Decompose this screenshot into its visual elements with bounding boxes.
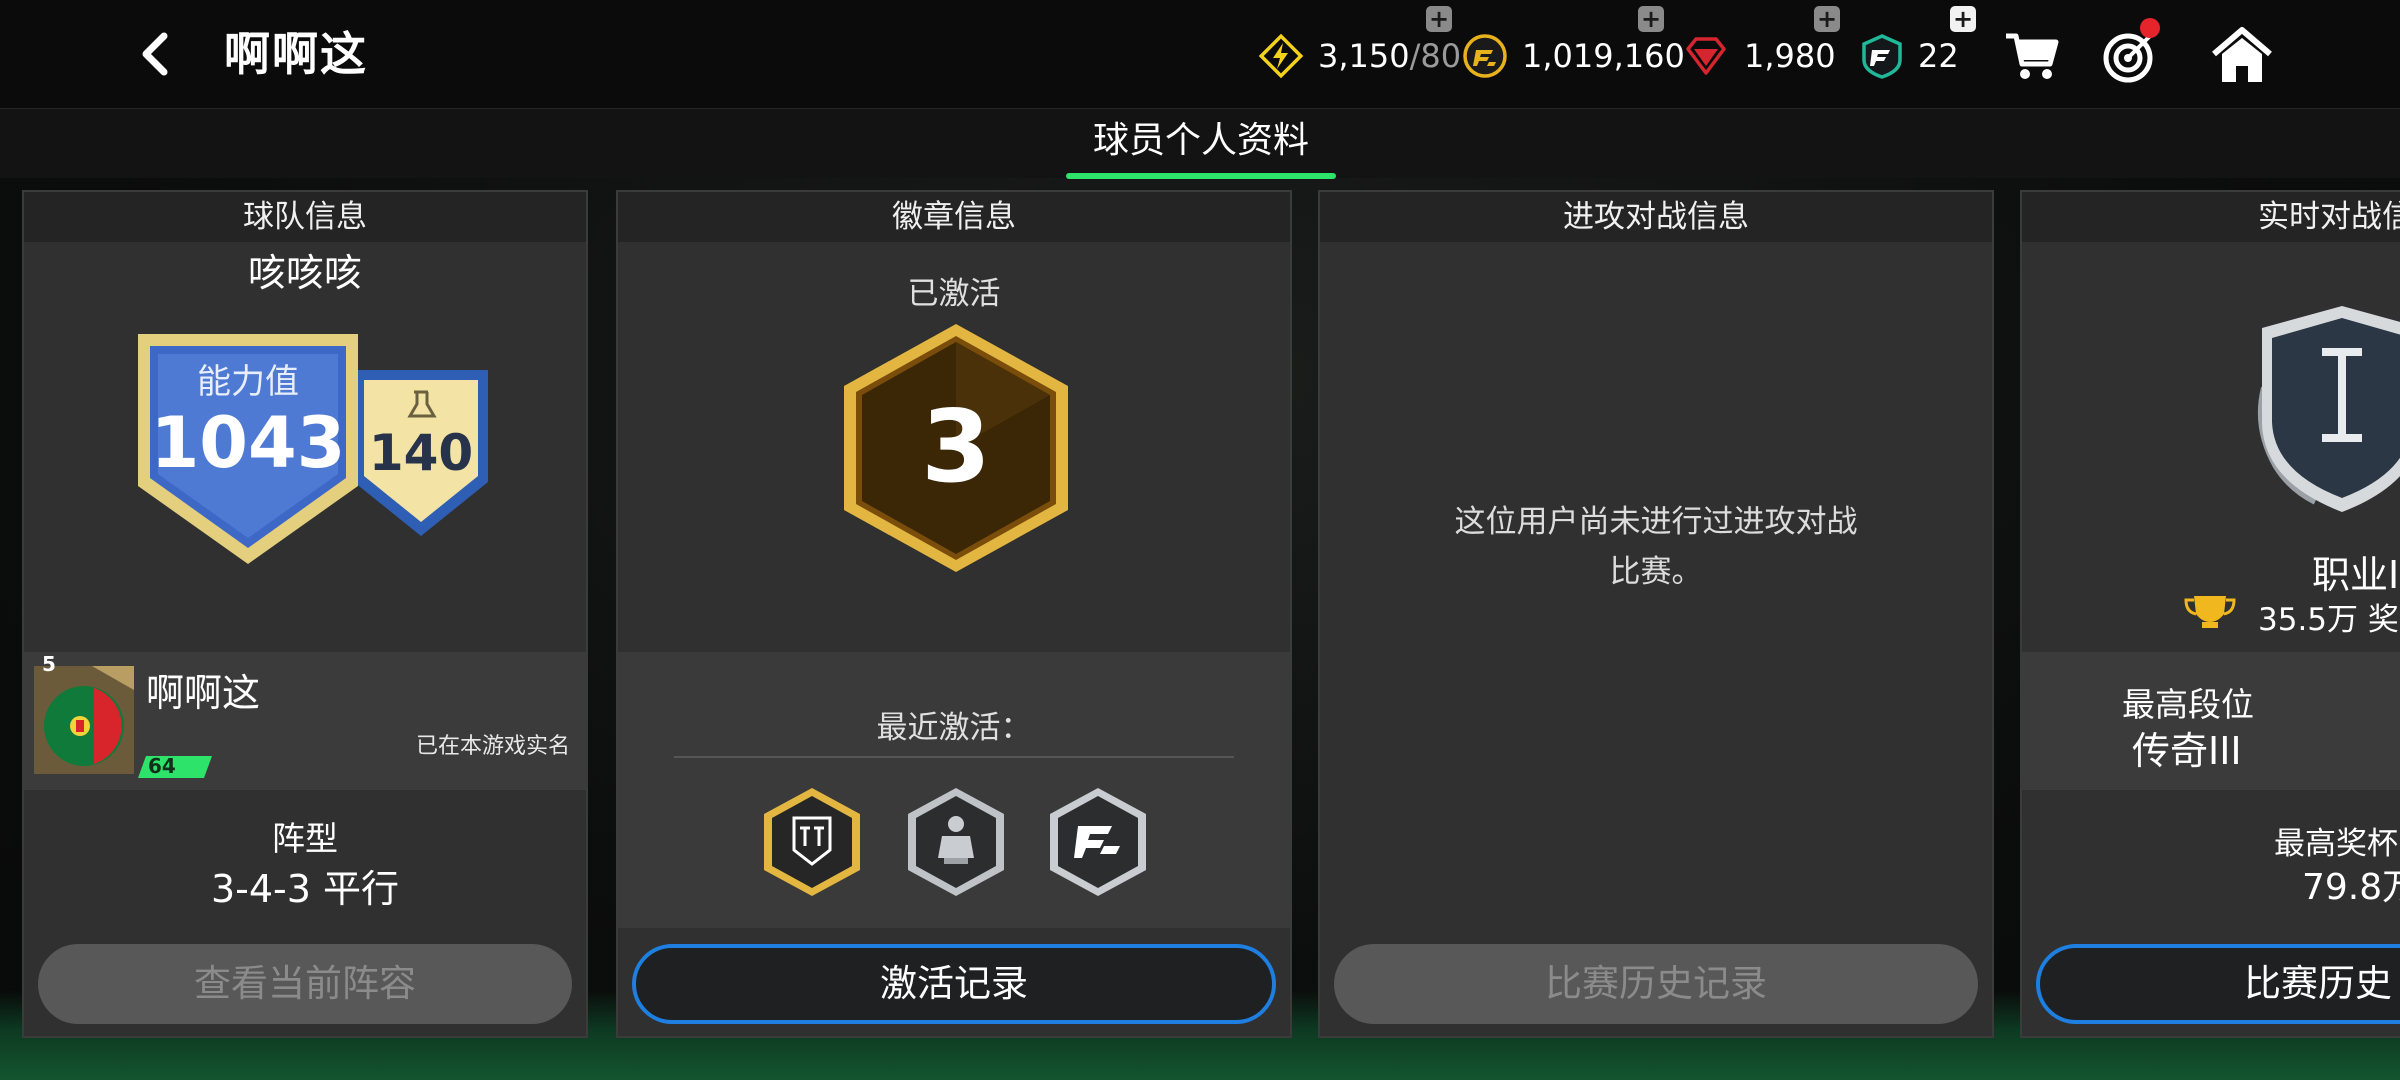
- fc-badge-icon[interactable]: [1046, 784, 1150, 900]
- formation-label: 阵型: [272, 819, 338, 858]
- gem-icon: [1686, 37, 1726, 75]
- rank-shield-icon: [2257, 306, 2400, 512]
- fc-token-icon: [1862, 34, 1902, 79]
- secondary-rating: 140: [368, 424, 474, 482]
- back-button[interactable]: [130, 28, 182, 80]
- trophy-badge-icon[interactable]: [904, 784, 1008, 900]
- token-value: 22: [1918, 37, 1959, 75]
- player-name: 啊啊这: [146, 671, 261, 715]
- chevron-left-icon: [142, 32, 168, 76]
- cart-icon: [2006, 33, 2059, 79]
- coin-value: 1,019,160: [1522, 37, 1685, 75]
- coin-counter[interactable]: 1,019,160: [1462, 30, 1685, 82]
- best-rank-value: 传奇III: [2132, 729, 2242, 773]
- verified-text: 已在本游戏实名: [415, 734, 570, 759]
- player-level: 5: [42, 652, 56, 676]
- energy-max: /80: [1409, 37, 1462, 75]
- trophy-icon: [2184, 596, 2236, 628]
- team-name: 咳咳咳: [247, 251, 362, 295]
- team-info-panel: 球队信息 咳咳咳 140 能力值 1043 5 64 啊啊这 已在本游戏实名 阵…: [22, 190, 588, 1038]
- tab-label: 球员个人资料: [1092, 120, 1309, 161]
- rank-name: 职业I: [2312, 553, 2400, 597]
- lightning-icon: [1258, 33, 1304, 79]
- page-title: 啊啊这: [224, 27, 368, 81]
- activated-label: 已激活: [907, 276, 1001, 312]
- energy-counter[interactable]: 3,150/80: [1258, 30, 1461, 82]
- add-tokens-button[interactable]: +: [1950, 6, 1976, 32]
- objectives-button[interactable]: [2098, 18, 2162, 88]
- gem-counter[interactable]: 1,980: [1682, 30, 1836, 82]
- top-bar: 啊啊这 3,150/80 + 1,019,160 + 1,980 + 22 +: [0, 0, 2400, 108]
- live-battle-header: 实时对战信: [2022, 192, 2400, 242]
- trophy-count: 35.5万 奖: [2258, 602, 2399, 638]
- activated-count: 3: [921, 388, 991, 505]
- attack-info-header: 进攻对战信息: [1320, 192, 1992, 242]
- player-avatar[interactable]: [32, 660, 140, 778]
- divider: [674, 756, 1234, 758]
- badge-info-panel: 徽章信息 已激活 3 最近激活： 激活记录: [616, 190, 1292, 1038]
- activation-record-button[interactable]: 激活记录: [632, 944, 1276, 1024]
- player-badge-value: 64: [148, 754, 176, 778]
- tab-bar: 球员个人资料: [0, 108, 2400, 179]
- best-trophy-value: 79.8万: [2302, 867, 2400, 908]
- attack-empty-line1: 这位用户尚未进行过进攻对战: [1454, 504, 1858, 540]
- shop-button[interactable]: [2000, 24, 2064, 88]
- add-gems-button[interactable]: +: [1814, 6, 1840, 32]
- recent-label: 最近激活：: [876, 710, 1032, 746]
- energy-value: 3,150: [1318, 37, 1410, 75]
- power-label: 能力值: [197, 362, 299, 402]
- formation-value: 3-4-3 平行: [210, 867, 400, 911]
- add-coins-button[interactable]: +: [1638, 6, 1664, 32]
- view-lineup-button[interactable]: 查看当前阵容: [38, 944, 572, 1024]
- attack-empty-line2: 比赛。: [1609, 554, 1703, 590]
- add-energy-button[interactable]: +: [1426, 6, 1452, 32]
- home-icon: [2212, 27, 2272, 82]
- notification-dot: [2140, 18, 2160, 38]
- live-battle-panel: 实时对战信 职业I 35.5万 奖 最高段位 传奇III 最高奖杯 79.8万 …: [2020, 190, 2400, 1038]
- fc-coin-icon: [1463, 34, 1507, 78]
- token-counter[interactable]: 22: [1860, 30, 1959, 82]
- best-rank-label: 最高段位: [2122, 685, 2254, 724]
- best-trophy-label: 最高奖杯: [2274, 826, 2398, 862]
- home-button[interactable]: [2210, 24, 2274, 88]
- attack-info-panel: 进攻对战信息 这位用户尚未进行过进攻对战 比赛。 比赛历史记录: [1318, 190, 1994, 1038]
- toty-badge-icon[interactable]: [760, 784, 864, 900]
- tab-player-profile[interactable]: 球员个人资料: [1066, 109, 1336, 179]
- attack-history-button[interactable]: 比赛历史记录: [1334, 944, 1978, 1024]
- tab-active-indicator: [1066, 173, 1336, 179]
- gem-value: 1,980: [1744, 37, 1836, 75]
- badge-info-header: 徽章信息: [618, 192, 1290, 242]
- live-history-button[interactable]: 比赛历史: [2036, 944, 2400, 1024]
- power-value: 1043: [150, 402, 346, 484]
- team-info-header: 球队信息: [24, 192, 586, 242]
